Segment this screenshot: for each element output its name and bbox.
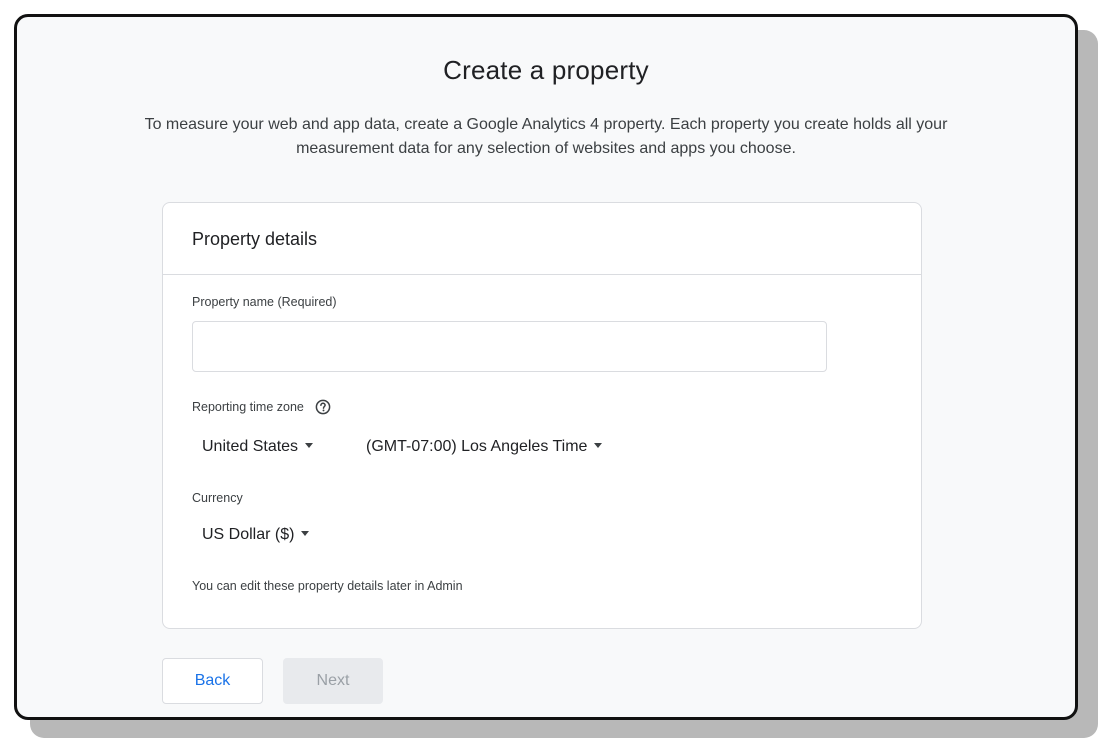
property-name-label: Property name (Required): [192, 295, 337, 309]
country-select-value: United States: [202, 438, 299, 455]
page-description-line-2: measurement data for any selection of we…: [296, 140, 796, 157]
currency-select[interactable]: US Dollar ($): [202, 526, 310, 544]
property-name-input[interactable]: [192, 321, 827, 372]
time-zone-label-row: Reporting time zone: [192, 399, 331, 415]
page-description: To measure your web and app data, create…: [47, 113, 1045, 161]
help-circle-icon[interactable]: [315, 399, 331, 415]
edit-later-hint: You can edit these property details late…: [192, 579, 463, 593]
currency-select-value: US Dollar ($): [202, 526, 295, 543]
chevron-down-icon: [301, 531, 310, 537]
page-title: Create a property: [443, 55, 649, 85]
chevron-down-icon: [594, 443, 603, 449]
time-zone-label: Reporting time zone: [192, 400, 304, 414]
property-details-card: Property details Property name (Required…: [162, 202, 922, 629]
create-property-page: Create a property To measure your web an…: [14, 14, 1078, 720]
country-select[interactable]: United States: [202, 438, 314, 456]
chevron-down-icon: [305, 443, 314, 449]
currency-label: Currency: [192, 491, 243, 505]
next-button[interactable]: Next: [283, 658, 383, 704]
time-zone-select-value: (GMT-07:00) Los Angeles Time: [366, 438, 588, 455]
page-description-line-1: To measure your web and app data, create…: [144, 116, 948, 133]
back-button[interactable]: Back: [162, 658, 263, 704]
card-title: Property details: [163, 203, 921, 275]
time-zone-select[interactable]: (GMT-07:00) Los Angeles Time: [366, 438, 603, 456]
